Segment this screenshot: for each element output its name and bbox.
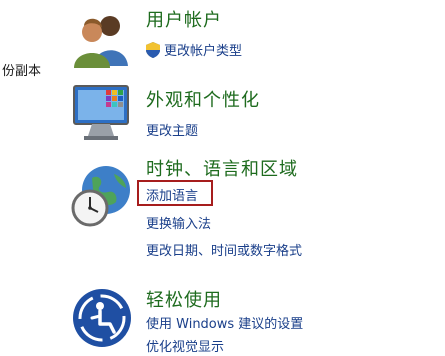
category-title-user-accounts[interactable]: 用户帐户	[146, 6, 222, 32]
control-panel-page: 份副本 用户帐户 更改帐户类型 外观和个性化 更改主题 时钟、语言和区域 添加语…	[0, 0, 445, 356]
link-change-account-type[interactable]: 更改帐户类型	[146, 40, 242, 59]
link-add-language[interactable]: 添加语言	[146, 185, 198, 204]
users-icon[interactable]	[70, 8, 134, 72]
monitor-palette-icon[interactable]	[70, 80, 134, 144]
category-title-appearance[interactable]: 外观和个性化	[146, 86, 260, 112]
uac-shield-icon	[146, 42, 160, 58]
category-title-ease-of-access[interactable]: 轻松使用	[146, 286, 222, 312]
link-optimize-visual-display[interactable]: 优化视觉显示	[146, 336, 224, 355]
accessibility-icon[interactable]	[70, 286, 134, 350]
link-change-input-method[interactable]: 更换输入法	[146, 213, 211, 232]
globe-clock-icon[interactable]	[70, 164, 134, 228]
left-panel-text-fragment[interactable]: 份副本	[2, 60, 41, 79]
link-change-theme[interactable]: 更改主题	[146, 120, 198, 139]
link-label: 更改帐户类型	[164, 44, 243, 59]
link-change-date-time-number-format[interactable]: 更改日期、时间或数字格式	[146, 240, 302, 259]
category-title-clock-language-region[interactable]: 时钟、语言和区域	[146, 155, 298, 181]
link-use-windows-recommended-settings[interactable]: 使用 Windows 建议的设置	[146, 313, 303, 332]
